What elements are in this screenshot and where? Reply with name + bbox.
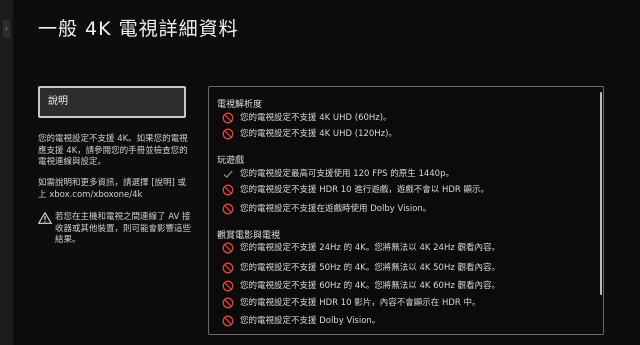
left-paragraph-unsupported: 您的電視設定不支援 4K。如果您的電視應支援 4K，請參閱您的手冊並檢查您的電視…	[38, 134, 188, 167]
side-collapse-tab[interactable]: ›	[0, 0, 13, 345]
item-text: 您的電視設定不支援 4K UHD (60Hz)。	[240, 113, 392, 123]
warning-icon	[38, 212, 52, 224]
item-text: 您的電視設定最高可支援使用 120 FPS 的原生 1440p。	[240, 169, 454, 179]
item-text: 您的電視設定不支援 50Hz 的 4K。您將無法以 4K 50Hz 觀看內容。	[240, 263, 501, 273]
left-paragraph-help-link: 如需說明和更多資訊，請選擇 [說明] 或上 xbox.com/xboxone/4…	[38, 178, 187, 200]
prohibited-icon	[222, 203, 234, 215]
item-text: 您的電視設定不支援 4K UHD (120Hz)。	[240, 129, 397, 139]
prohibited-icon	[222, 297, 234, 309]
help-button[interactable]: 說明	[38, 86, 186, 118]
item-text: 您的電視設定不支援 HDR 10 影片，內容不會顯示在 HDR 中。	[240, 298, 481, 308]
prohibited-icon	[222, 184, 234, 196]
warning-text: 若您在主機和電視之間連線了 AV 接收器或其他裝置，則可能會影響這些結果。	[55, 212, 192, 245]
section-heading-movies-tv: 觀賞電影與電視	[217, 231, 281, 241]
panel-scrollbar[interactable]	[600, 92, 602, 295]
item-text: 您的電視設定不支援 HDR 10 進行遊戲，遊戲不會以 HDR 顯示。	[240, 185, 490, 195]
page-title: 一般 4K 電視詳細資料	[38, 18, 239, 40]
checkmark-icon	[223, 170, 233, 179]
section-heading-gaming: 玩遊戲	[217, 156, 245, 166]
section-heading-tv-resolution: 電視解析度	[217, 100, 263, 110]
prohibited-icon	[222, 242, 234, 254]
item-text: 您的電視設定不支援在遊戲時使用 Dolby Vision。	[240, 204, 432, 214]
chevron-right-icon: ›	[3, 20, 10, 38]
prohibited-icon	[222, 315, 234, 327]
prohibited-icon	[222, 280, 234, 292]
item-text: 您的電視設定不支援 Dolby Vision。	[240, 316, 381, 326]
prohibited-icon	[222, 262, 234, 274]
prohibited-icon	[222, 112, 234, 124]
item-text: 您的電視設定不支援 60Hz 的 4K。您將無法以 4K 60Hz 觀看內容。	[240, 281, 501, 291]
item-text: 您的電視設定不支援 24Hz 的 4K。您將無法以 4K 24Hz 觀看內容。	[240, 243, 501, 253]
prohibited-icon	[222, 128, 234, 140]
